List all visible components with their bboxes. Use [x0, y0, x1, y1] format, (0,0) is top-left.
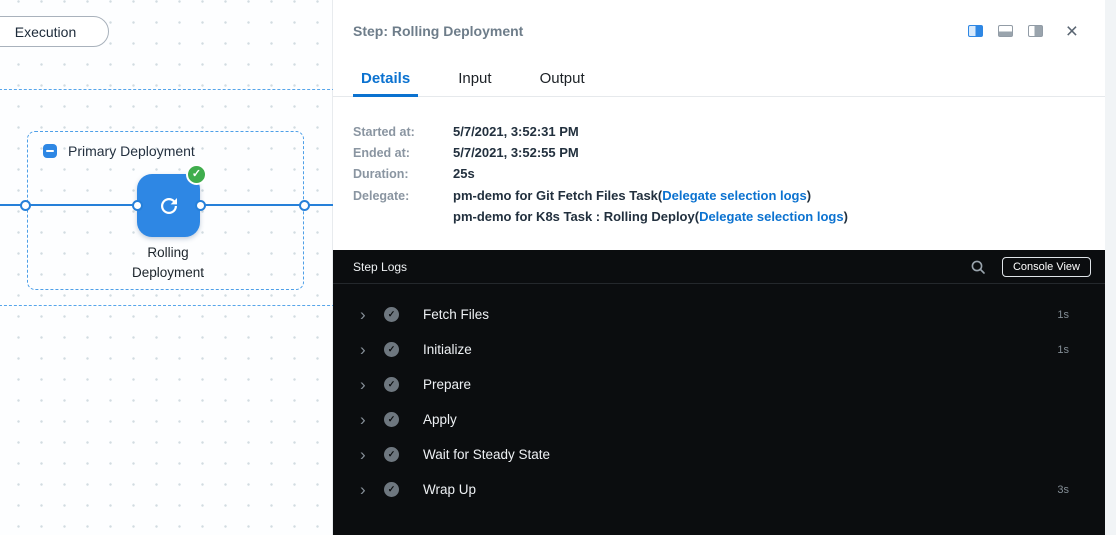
- chevron-right-icon[interactable]: ›: [360, 341, 374, 358]
- log-row-wrap-up[interactable]: › ✓ Wrap Up 3s: [333, 472, 1105, 507]
- panel-scrollbar[interactable]: [1105, 0, 1116, 535]
- chevron-right-icon[interactable]: ›: [360, 306, 374, 323]
- panel-title: Step: Rolling Deployment: [353, 23, 523, 39]
- delegate-line: pm-demo for Git Fetch Files Task(Delegat…: [453, 188, 848, 204]
- console-view-button[interactable]: Console View: [1002, 257, 1091, 277]
- check-icon: ✓: [384, 342, 399, 357]
- layout-split-right-icon[interactable]: [968, 25, 983, 37]
- delegate-line: pm-demo for K8s Task : Rolling Deploy(De…: [453, 209, 848, 225]
- close-icon[interactable]: ×: [1066, 21, 1078, 42]
- detail-value: 5/7/2021, 3:52:31 PM: [453, 124, 579, 140]
- tab-details[interactable]: Details: [353, 62, 418, 97]
- log-row-wait-for-steady-state[interactable]: › ✓ Wait for Steady State: [333, 437, 1105, 472]
- delegate-selection-logs-link[interactable]: Delegate selection logs: [699, 209, 844, 224]
- log-duration: 3s: [1057, 484, 1069, 496]
- delegate-values: pm-demo for Git Fetch Files Task(Delegat…: [453, 188, 848, 230]
- detail-label: Delegate:: [353, 188, 453, 230]
- check-icon: ✓: [384, 482, 399, 497]
- detail-row-started: Started at: 5/7/2021, 3:52:31 PM: [353, 124, 848, 140]
- detail-row-ended: Ended at: 5/7/2021, 3:52:55 PM: [353, 145, 848, 161]
- log-duration: 1s: [1057, 309, 1069, 321]
- pipeline-canvas[interactable]: Execution Primary Deployment ✓ Rolling D…: [0, 0, 333, 535]
- execution-breadcrumb-pill[interactable]: Execution: [0, 16, 109, 47]
- check-icon: ✓: [192, 169, 201, 180]
- log-row-prepare[interactable]: › ✓ Prepare: [333, 367, 1105, 402]
- pipeline-execution-page: Execution Primary Deployment ✓ Rolling D…: [0, 0, 1116, 535]
- group-label: Primary Deployment: [68, 143, 195, 159]
- detail-label: Ended at:: [353, 145, 453, 161]
- chevron-right-icon[interactable]: ›: [360, 446, 374, 463]
- detail-value: 25s: [453, 166, 475, 182]
- step-logs-header: Step Logs Console View: [333, 250, 1105, 284]
- execution-label: Execution: [15, 24, 76, 40]
- check-icon: ✓: [384, 447, 399, 462]
- chevron-right-icon[interactable]: ›: [360, 411, 374, 428]
- check-icon: ✓: [384, 307, 399, 322]
- step-logs-panel: Step Logs Console View › ✓ Fetch Files 1…: [333, 250, 1105, 535]
- detail-row-delegate: Delegate: pm-demo for Git Fetch Files Ta…: [353, 188, 848, 230]
- chevron-right-icon[interactable]: ›: [360, 376, 374, 393]
- panel-header: Step: Rolling Deployment ×: [333, 0, 1105, 62]
- check-icon: ✓: [384, 412, 399, 427]
- tab-output[interactable]: Output: [532, 62, 593, 97]
- log-row-fetch-files[interactable]: › ✓ Fetch Files 1s: [333, 297, 1105, 332]
- log-row-initialize[interactable]: › ✓ Initialize 1s: [333, 332, 1105, 367]
- layout-minimize-icon[interactable]: [1028, 25, 1043, 37]
- group-header: Primary Deployment: [43, 143, 195, 159]
- check-icon: ✓: [384, 377, 399, 392]
- success-check-badge: ✓: [186, 164, 207, 185]
- details-section: Started at: 5/7/2021, 3:52:31 PM Ended a…: [353, 96, 848, 235]
- collapse-minus-icon[interactable]: [43, 144, 57, 158]
- connection-point[interactable]: [195, 200, 206, 211]
- detail-value: 5/7/2021, 3:52:55 PM: [453, 145, 579, 161]
- connection-point[interactable]: [132, 200, 143, 211]
- panel-view-controls: ×: [968, 0, 1078, 62]
- refresh-icon: [157, 194, 181, 218]
- node-label: Rolling Deployment: [98, 243, 238, 283]
- detail-label: Started at:: [353, 124, 453, 140]
- connection-point[interactable]: [20, 200, 31, 211]
- layout-split-bottom-icon[interactable]: [998, 25, 1013, 37]
- chevron-right-icon[interactable]: ›: [360, 481, 374, 498]
- tab-input[interactable]: Input: [450, 62, 499, 97]
- delegate-selection-logs-link[interactable]: Delegate selection logs: [662, 188, 807, 203]
- connection-point[interactable]: [299, 200, 310, 211]
- log-duration: 1s: [1057, 344, 1069, 356]
- log-rows: › ✓ Fetch Files 1s › ✓ Initialize 1s › ✓…: [333, 284, 1105, 507]
- step-logs-title: Step Logs: [353, 260, 407, 274]
- detail-tabs: Details Input Output: [333, 62, 1105, 97]
- detail-label: Duration:: [353, 166, 453, 182]
- detail-row-duration: Duration: 25s: [353, 166, 848, 182]
- step-detail-panel: Step: Rolling Deployment × Details Input…: [333, 0, 1105, 535]
- log-row-apply[interactable]: › ✓ Apply: [333, 402, 1105, 437]
- search-icon[interactable]: [970, 259, 986, 275]
